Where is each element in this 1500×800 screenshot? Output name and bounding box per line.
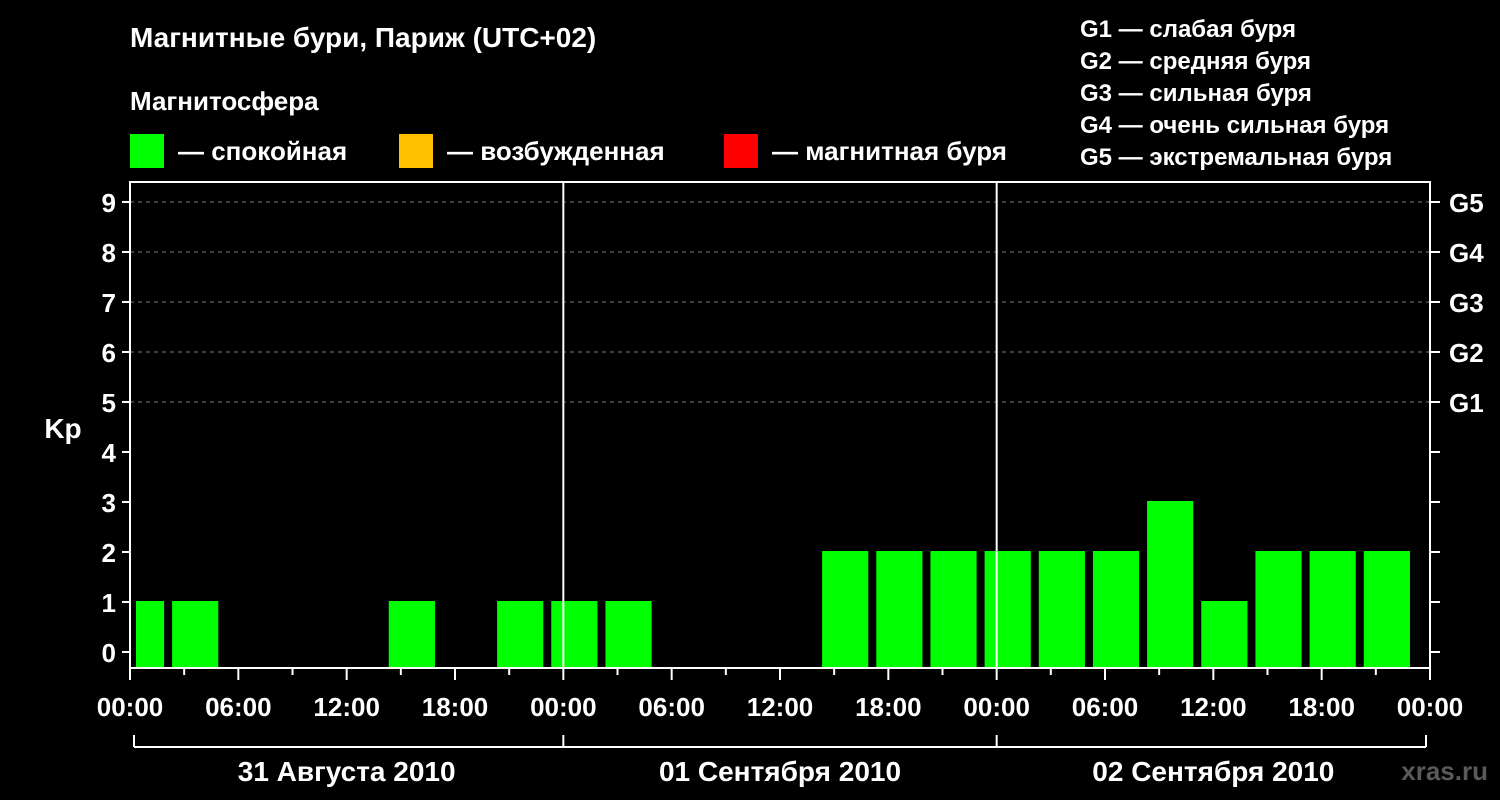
y-tick-label-5: 5 <box>102 388 116 418</box>
x-tick-label-0: 00:00 <box>97 692 164 722</box>
y-tick-label-4: 4 <box>102 438 117 468</box>
plot-frame <box>129 181 1431 669</box>
x-tick-label-10: 12:00 <box>1180 692 1247 722</box>
y-tick-label-6: 6 <box>102 338 116 368</box>
kp-bar-17 <box>1038 551 1085 668</box>
y-tick-label-7: 7 <box>102 288 116 318</box>
x-tick-label-7: 18:00 <box>855 692 922 722</box>
g-axis-label-g3: G3 <box>1449 288 1484 318</box>
kp-bar-19 <box>1147 501 1194 668</box>
day-label-2: 02 Сентября 2010 <box>1092 756 1334 787</box>
y-tick-label-2: 2 <box>102 538 116 568</box>
x-tick-label-11: 18:00 <box>1288 692 1355 722</box>
kp-bar-13 <box>822 551 869 668</box>
kp-bar-15 <box>930 551 977 668</box>
y-tick-label-1: 1 <box>102 588 116 618</box>
kp-bar-18 <box>1092 551 1140 668</box>
x-tick-label-4: 00:00 <box>530 692 597 722</box>
y-tick-label-9: 9 <box>102 188 116 218</box>
kp-bar-0 <box>136 601 165 668</box>
x-tick-label-8: 00:00 <box>963 692 1030 722</box>
kp-bar-20 <box>1201 601 1248 668</box>
y-tick-label-8: 8 <box>102 238 116 268</box>
x-tick-label-12: 00:00 <box>1397 692 1464 722</box>
y-tick-label-0: 0 <box>102 638 116 668</box>
kp-bar-23 <box>1363 551 1410 668</box>
g-axis-label-g2: G2 <box>1449 338 1484 368</box>
kp-bar-9 <box>605 601 652 668</box>
x-tick-label-5: 06:00 <box>638 692 705 722</box>
g-axis-label-g5: G5 <box>1449 188 1484 218</box>
day-label-0: 31 Августа 2010 <box>238 756 456 787</box>
x-tick-label-2: 12:00 <box>313 692 380 722</box>
kp-bar-8 <box>551 601 598 668</box>
y-tick-label-3: 3 <box>102 488 116 518</box>
watermark: xras.ru <box>1401 756 1488 786</box>
kp-bar-7 <box>497 601 544 668</box>
kp-bar-5 <box>388 601 435 668</box>
x-tick-label-6: 12:00 <box>747 692 814 722</box>
kp-bar-16 <box>984 551 1031 668</box>
x-tick-label-1: 06:00 <box>205 692 272 722</box>
day-label-1: 01 Сентября 2010 <box>659 756 901 787</box>
kp-bar-21 <box>1255 551 1302 668</box>
x-tick-label-9: 06:00 <box>1072 692 1139 722</box>
g-axis-label-g4: G4 <box>1449 238 1484 268</box>
kp-bar-22 <box>1309 551 1356 668</box>
g-axis-label-g1: G1 <box>1449 388 1484 418</box>
kp-chart: 0 1 2 3 4 5 6 7 8 9 G1 G2 G3 G4 G5 Kp 00:00 06:00 12:00 18:… <box>44 181 1484 787</box>
kp-bar-14 <box>876 551 923 668</box>
kp-bar-1 <box>172 601 219 668</box>
x-tick-label-3: 18:00 <box>422 692 489 722</box>
y-axis-label: Kp <box>44 413 81 444</box>
